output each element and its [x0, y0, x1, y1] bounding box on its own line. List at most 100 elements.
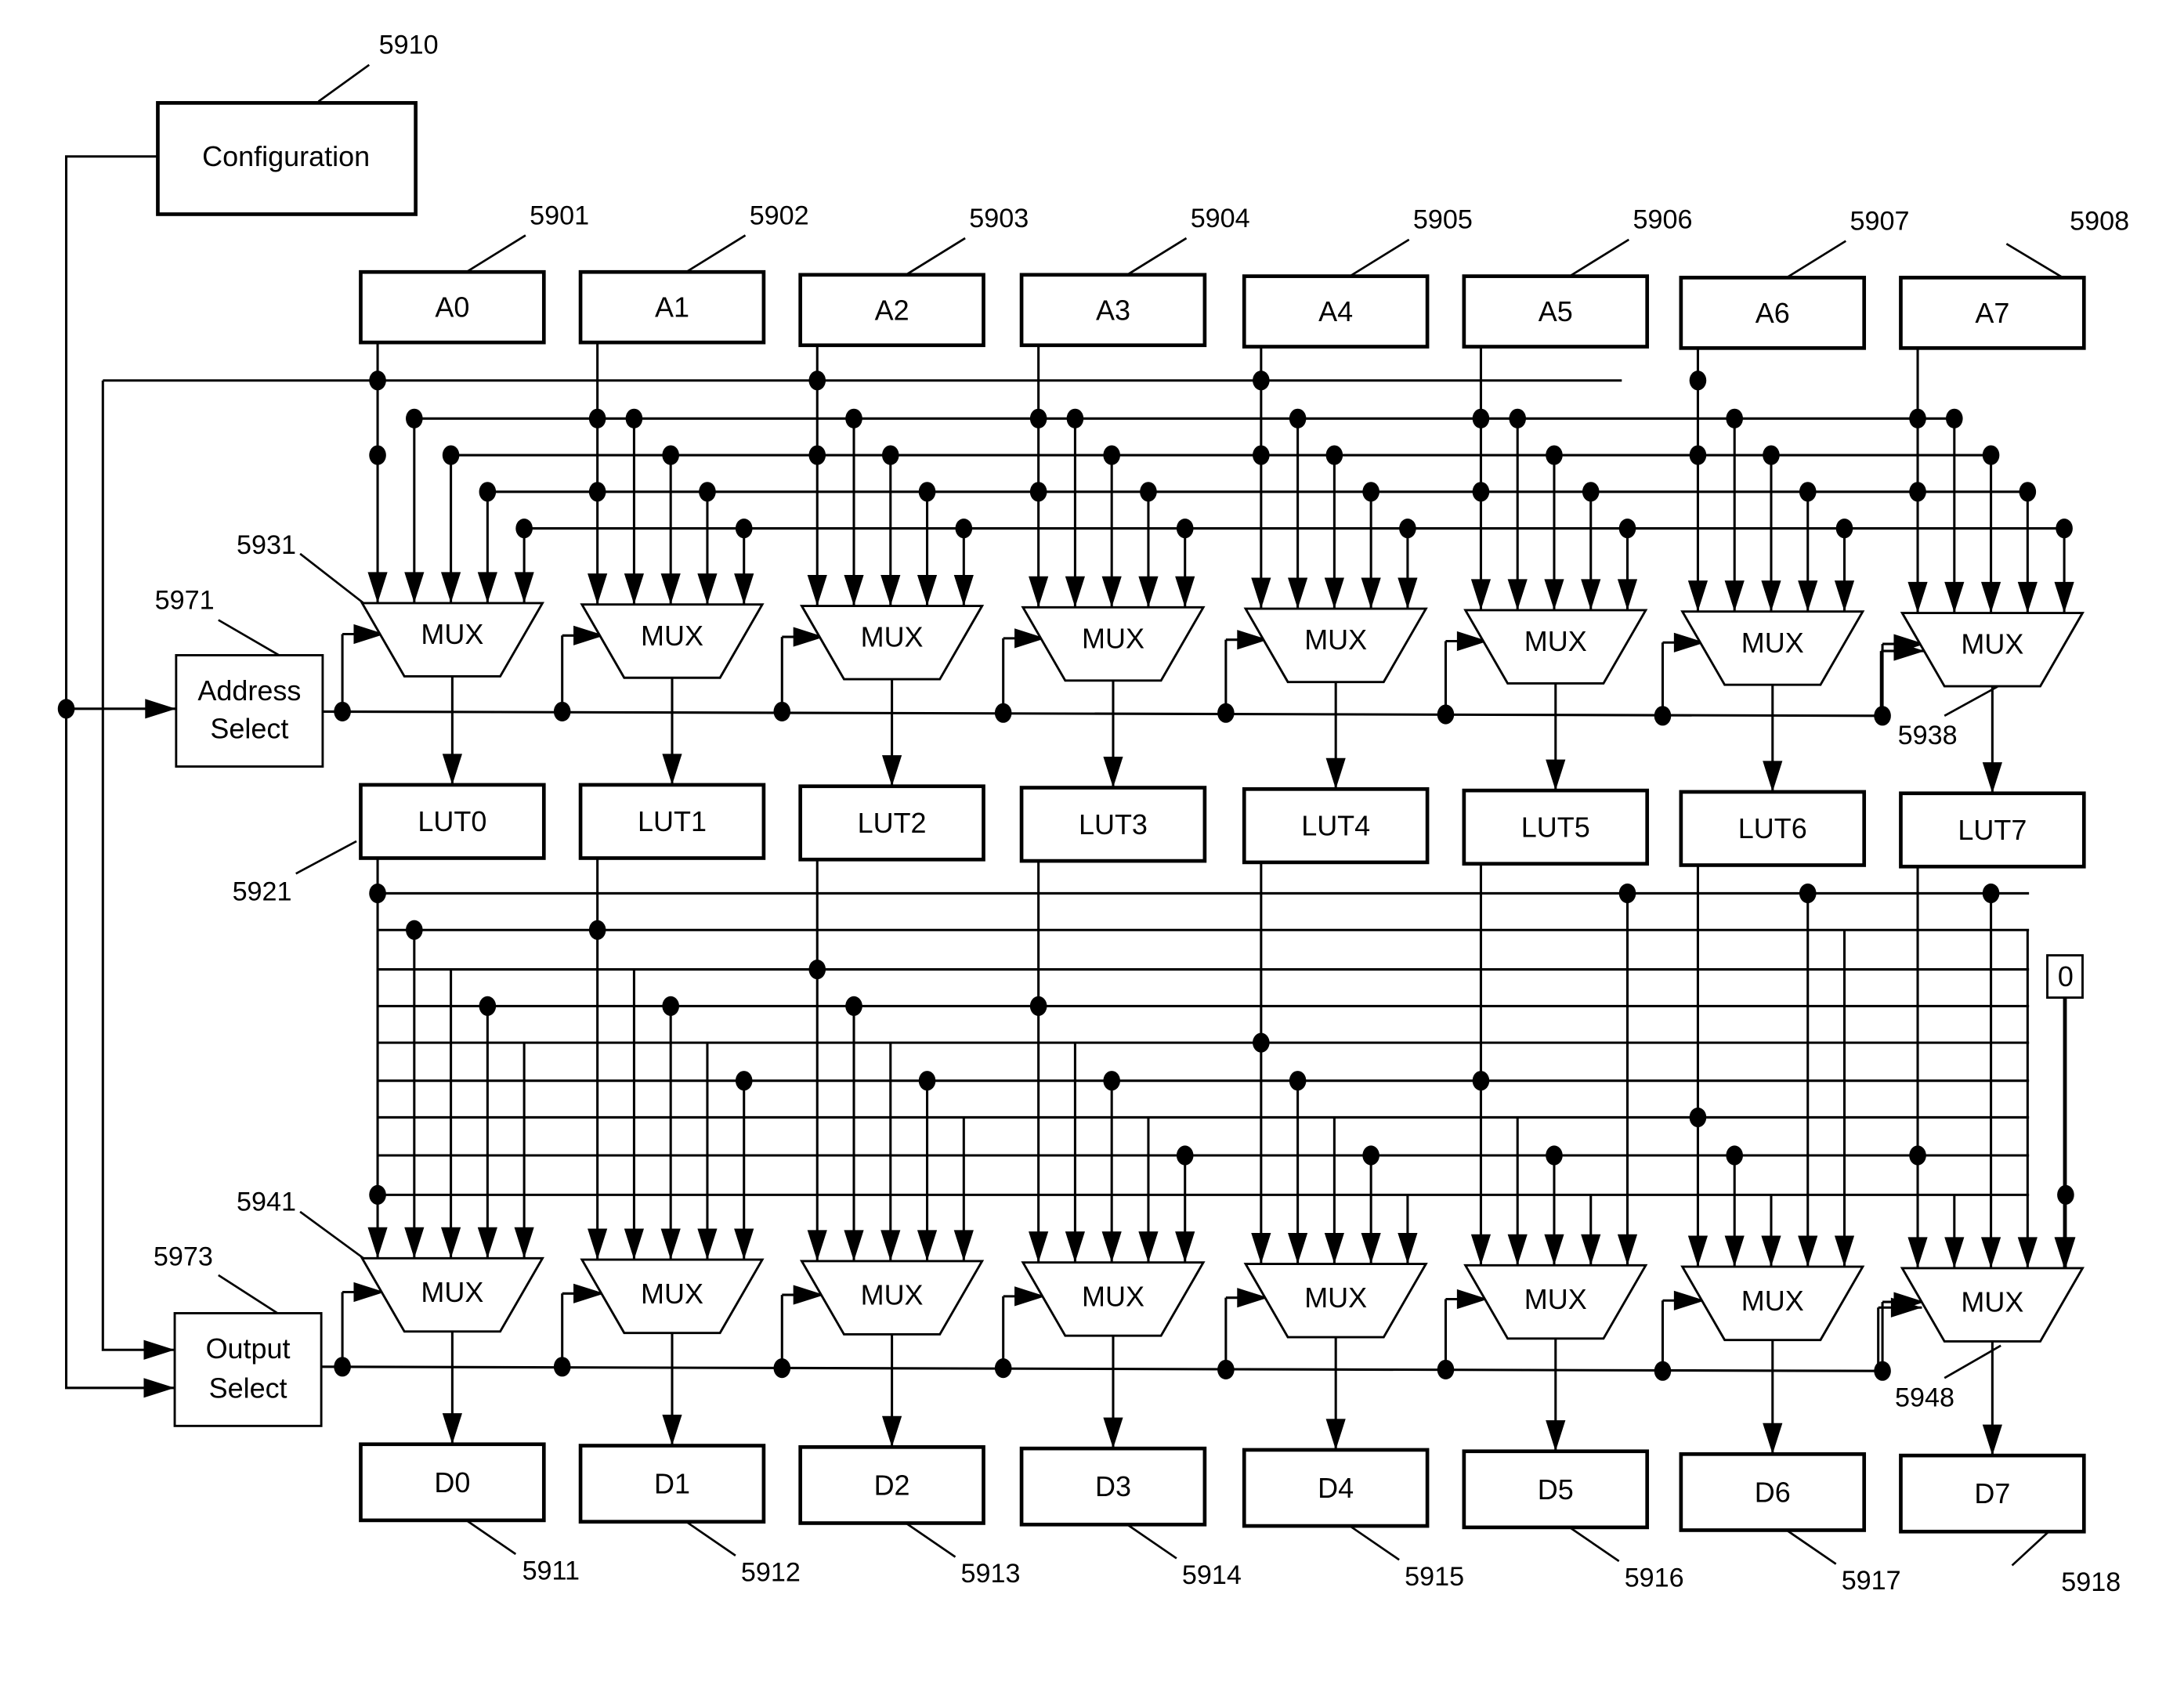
wire: [1349, 1524, 1400, 1561]
lut-label: LUT2: [858, 807, 927, 839]
arrow-down-icon: [1029, 576, 1049, 608]
output-d7-block: D7 5918: [1899, 1453, 2121, 1597]
junction-dot: [1689, 371, 1707, 391]
junction-dot: [1472, 408, 1490, 428]
wire: [905, 237, 966, 276]
arrow-down-icon: [1546, 759, 1566, 791]
junction-dot: [1946, 408, 1963, 428]
input-a3-block: A3 5904: [1019, 204, 1250, 348]
address-select-ref: 5971: [155, 585, 215, 615]
output-label: D0: [434, 1466, 470, 1498]
junction-dot: [994, 1358, 1012, 1379]
arrow-down-icon: [1798, 1235, 1818, 1267]
junction-dot: [1982, 445, 2000, 465]
arrow-down-icon: [953, 574, 974, 606]
junction-dot: [1103, 445, 1120, 465]
mux-label: MUX: [421, 618, 483, 650]
input-a2-block: A2 5903: [798, 204, 1029, 348]
lut-0-block: LUT0: [359, 783, 546, 860]
output-select-line1: Output: [206, 1332, 291, 1365]
arrow-down-icon: [624, 573, 645, 605]
arrow-down-icon: [697, 1228, 718, 1260]
arrow-down-icon: [881, 1415, 902, 1448]
lut-2-block: LUT2: [798, 784, 985, 862]
input-label: A5: [1539, 295, 1573, 327]
arrow-down-icon: [1617, 579, 1638, 610]
arrow-down-icon: [1175, 1231, 1195, 1263]
wire: [1126, 237, 1188, 276]
lut-4-block: LUT4: [1242, 787, 1430, 865]
junction-dot: [553, 1357, 571, 1377]
arrow-down-icon: [477, 1227, 497, 1259]
lut-label: LUT4: [1301, 810, 1370, 842]
output-d4-block: D4 5915: [1242, 1448, 1464, 1592]
columns: A0 5901 MUX LUT0 MUX D0 5911 A1 5902 MUX LUT1 MUX D1…: [359, 201, 2129, 1597]
lut-label: LUT1: [638, 805, 707, 837]
arrow-down-icon: [442, 754, 462, 785]
arrow-down-icon: [514, 1227, 534, 1259]
arrow-down-icon: [1361, 1232, 1381, 1264]
arrow-down-icon: [1944, 1237, 1965, 1268]
arrow-down-icon: [1507, 579, 1528, 610]
mux-label: MUX: [861, 621, 924, 653]
input-ref: 5908: [2070, 206, 2129, 236]
mux-top-first-ref: 5931: [237, 530, 296, 560]
arrow-down-icon: [1251, 1232, 1271, 1264]
configuration-label: Configuration: [202, 140, 370, 172]
wire: [1786, 1529, 1837, 1565]
mux-bottom-last-ref: 5948: [1895, 1383, 1954, 1412]
lut-3-block: LUT3: [1019, 786, 1207, 863]
arrow-down-icon: [624, 1228, 645, 1260]
arrow-down-icon: [1251, 577, 1271, 609]
arrow-down-icon: [662, 754, 682, 785]
junction-dot: [1325, 445, 1343, 465]
mux-bottom-0: MUX: [360, 1256, 544, 1333]
input-ref: 5903: [969, 204, 1029, 233]
arrow-down-icon: [1470, 579, 1492, 610]
mux-label: MUX: [1304, 1282, 1367, 1314]
mux-bottom-4: MUX: [1243, 1263, 1428, 1339]
arrow-down-icon: [442, 1413, 462, 1444]
mux-label: MUX: [1524, 1283, 1587, 1315]
junction-dot: [845, 996, 862, 1016]
mux-top-1: MUX: [580, 603, 765, 679]
junction-dot: [1726, 1145, 1744, 1166]
wire: [685, 234, 747, 273]
mux-label: MUX: [421, 1276, 483, 1308]
arrow-down-icon: [1982, 762, 2002, 794]
arrow-down-icon: [1544, 579, 1564, 610]
arrow-down-icon: [440, 1227, 461, 1259]
mux-bottom-7: MUX: [1900, 1267, 2085, 1343]
arrow-down-icon: [588, 573, 608, 605]
arrow-down-icon: [880, 1230, 901, 1261]
junction-dot: [479, 996, 497, 1016]
wire: [1568, 1526, 1620, 1563]
junction-dot: [1582, 482, 1600, 502]
arrow-down-icon: [1470, 1234, 1492, 1266]
input-a6-block: A6 5907: [1679, 206, 1909, 350]
junction-dot: [1362, 1145, 1379, 1166]
junction-dot: [1253, 371, 1270, 391]
output-label: D1: [654, 1468, 690, 1500]
arrow-down-icon: [1724, 580, 1745, 612]
junction-dot: [406, 920, 423, 940]
junction-dot: [1437, 1359, 1455, 1380]
junction-dot: [1874, 1361, 1891, 1381]
junction-dot: [1618, 883, 1636, 904]
junction-dot: [662, 445, 679, 465]
arrow-down-icon: [1687, 1235, 1709, 1267]
input-ref: 5907: [1850, 206, 1909, 236]
arrow-down-icon: [1175, 576, 1195, 608]
arrow-down-icon: [1944, 581, 1965, 613]
arrow-down-icon: [1398, 1232, 1418, 1264]
arrow-down-icon: [1581, 1234, 1601, 1266]
junction-dot: [1763, 445, 1780, 465]
column-5: A5 5906 MUX LUT5 MUX D5 5916: [1462, 205, 1692, 1593]
junction-dot: [881, 445, 899, 465]
output-ref: 5913: [961, 1559, 1021, 1589]
arrow-down-icon: [1065, 576, 1086, 608]
mux-bottom-6: MUX: [1680, 1265, 1865, 1342]
arrow-down-icon: [844, 574, 864, 606]
junction-dot: [1909, 1145, 1926, 1166]
mux-label: MUX: [861, 1279, 924, 1311]
